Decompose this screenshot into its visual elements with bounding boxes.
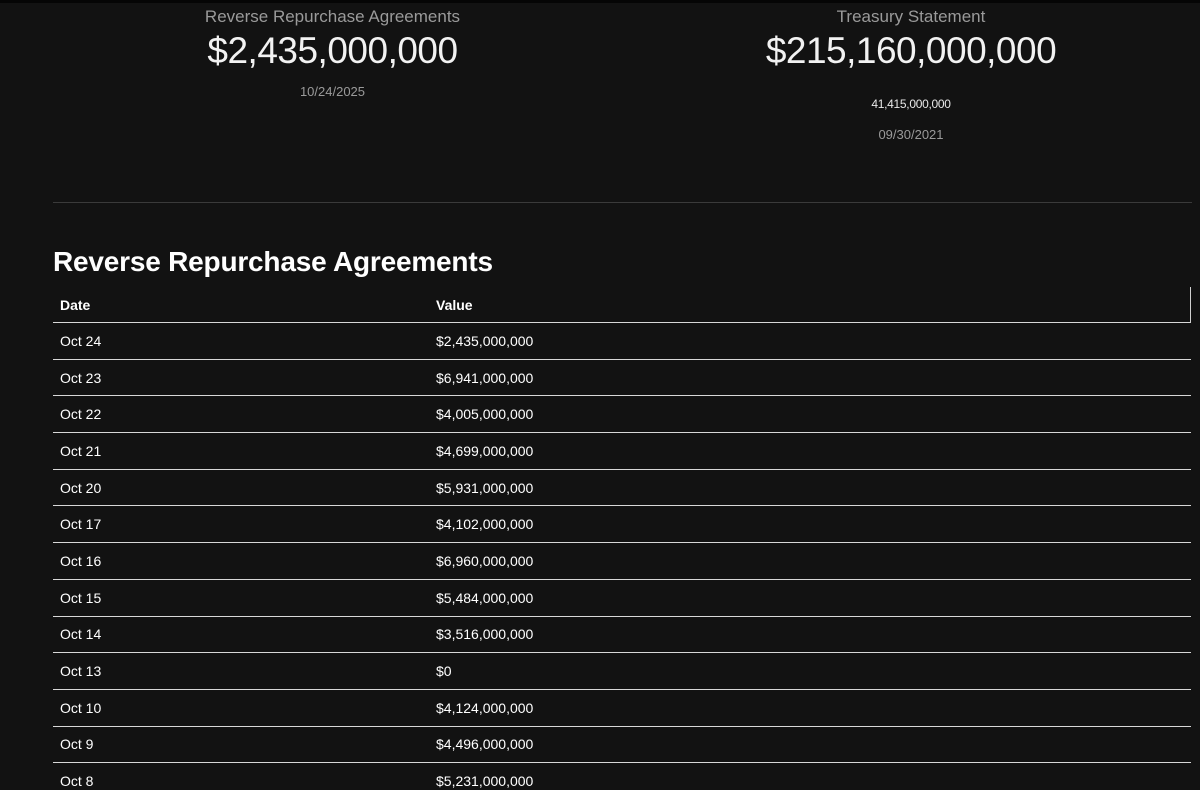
row-date-cell: Oct 14 [53,616,429,654]
table-row: Oct 14 $3,516,000,000 [53,616,1191,654]
row-value-cell: $0 [429,652,1191,690]
table-row: Oct 9 $4,496,000,000 [53,726,1191,764]
row-value-cell: $6,960,000,000 [429,542,1191,580]
row-date-cell: Oct 16 [53,542,429,580]
column-header-value[interactable]: Value [429,287,1191,323]
row-date-cell: Oct 21 [53,432,429,470]
table-row: Oct 20 $5,931,000,000 [53,469,1191,507]
row-date-cell: Oct 13 [53,652,429,690]
row-value-cell: $6,941,000,000 [429,359,1191,397]
reverse-repo-stat-date: 10/24/2025 [299,84,366,99]
table-header: Date Value [53,287,1191,323]
page: Reverse Repurchase Agreements $2,435,000… [0,0,1200,790]
section-divider [53,202,1192,203]
row-date-cell: Oct 15 [53,579,429,617]
row-date-cell: Oct 17 [53,505,429,544]
table-row: Oct 22 $4,005,000,000 [53,395,1191,434]
treasury-stat-label: Treasury Statement [836,7,986,26]
row-date-cell: Oct 23 [53,359,429,397]
table-body: Oct 24 $2,435,000,000 Oct 23 $6,941,000,… [53,322,1191,790]
table-row: Oct 13 $0 [53,652,1191,690]
table-row: Oct 8 $5,231,000,000 [53,762,1191,790]
row-value-cell: $5,931,000,000 [429,469,1191,507]
column-header-date[interactable]: Date [53,287,429,323]
table-header-row: Date Value [53,287,1191,323]
row-value-cell: $4,496,000,000 [429,726,1191,764]
row-date-cell: Oct 22 [53,395,429,434]
data-table-container: Date Value Oct 24 $2,435,000,000 Oct 23 … [53,287,1191,790]
table-row: Oct 16 $6,960,000,000 [53,542,1191,580]
table-row: Oct 15 $5,484,000,000 [53,579,1191,617]
table-row: Oct 21 $4,699,000,000 [53,432,1191,470]
section-title: Reverse Repurchase Agreements [53,246,493,277]
row-value-cell: $5,231,000,000 [429,762,1191,790]
table-scrollbar[interactable] [1190,287,1191,323]
row-date-cell: Oct 8 [53,762,429,790]
table-row: Oct 10 $4,124,000,000 [53,689,1191,727]
treasury-stat-value: $215,160,000,000 [765,30,1057,71]
table-row: Oct 17 $4,102,000,000 [53,505,1191,544]
row-value-cell: $3,516,000,000 [429,616,1191,654]
row-value-cell: $4,005,000,000 [429,395,1191,434]
table-row: Oct 23 $6,941,000,000 [53,359,1191,397]
treasury-stat-date: 09/30/2021 [878,127,944,142]
data-table: Date Value Oct 24 $2,435,000,000 Oct 23 … [53,287,1191,790]
row-value-cell: $4,124,000,000 [429,689,1191,727]
row-value-cell: $2,435,000,000 [429,322,1191,360]
top-edge-bar [0,0,1200,3]
reverse-repo-stat-label: Reverse Repurchase Agreements [204,7,461,26]
reverse-repo-stat-value: $2,435,000,000 [207,30,458,71]
row-date-cell: Oct 20 [53,469,429,507]
row-value-cell: $4,102,000,000 [429,505,1191,544]
treasury-stat-sub-value: 41,415,000,000 [871,97,951,111]
row-value-cell: $5,484,000,000 [429,579,1191,617]
row-value-cell: $4,699,000,000 [429,432,1191,470]
table-row: Oct 24 $2,435,000,000 [53,322,1191,360]
row-date-cell: Oct 10 [53,689,429,727]
row-date-cell: Oct 24 [53,322,429,360]
row-date-cell: Oct 9 [53,726,429,764]
